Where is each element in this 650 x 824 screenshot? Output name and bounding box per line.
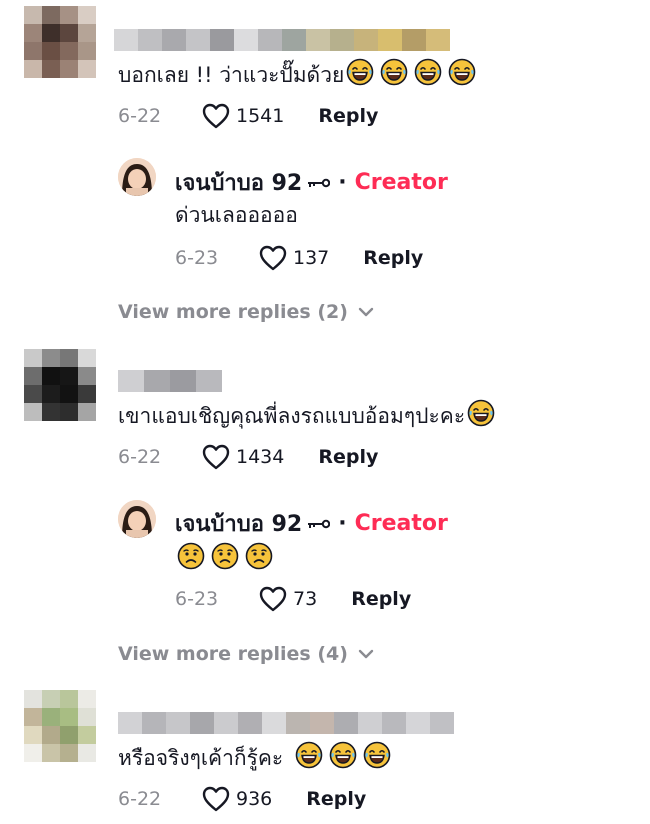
separator-dot: ·	[338, 170, 347, 195]
avatar[interactable]	[24, 6, 96, 78]
comment-date: 6-22	[118, 105, 162, 127]
reply-date: 6-23	[175, 247, 219, 269]
laugh-tears-emoji-icon	[467, 399, 495, 427]
avatar[interactable]	[24, 349, 96, 421]
reply-button[interactable]: Reply	[351, 588, 411, 610]
like-count: 1434	[236, 446, 285, 468]
like-button[interactable]: 73	[259, 586, 351, 612]
chevron-down-icon	[358, 649, 374, 659]
username-blurred[interactable]	[114, 29, 450, 51]
like-button[interactable]: 936	[202, 786, 306, 812]
like-count: 73	[293, 588, 318, 610]
like-button[interactable]: 1541	[202, 103, 318, 129]
creator-name[interactable]: เจนบ้าบอ 92	[175, 165, 302, 200]
key-icon	[306, 512, 331, 536]
reply-button[interactable]: Reply	[306, 788, 366, 810]
username-blurred[interactable]	[118, 370, 222, 392]
laugh-tears-emoji-icon	[414, 58, 442, 86]
creator-name[interactable]: เจนบ้าบอ 92	[175, 506, 302, 541]
heart-icon[interactable]	[259, 586, 287, 612]
like-count: 1541	[236, 105, 285, 127]
laugh-tears-emoji-icon	[295, 741, 323, 769]
view-more-label[interactable]: View more replies (4)	[118, 643, 348, 665]
laugh-tears-emoji-icon	[363, 741, 391, 769]
creator-badge: Creator	[354, 511, 448, 536]
comment-meta: 6-22 1434 Reply	[118, 444, 378, 470]
heart-icon[interactable]	[259, 245, 287, 271]
creator-badge: Creator	[354, 170, 448, 195]
laugh-tears-emoji-row	[293, 741, 391, 770]
laugh-tears-emoji-icon	[329, 741, 357, 769]
view-more-replies[interactable]: View more replies (4)	[118, 643, 374, 665]
comment-text: บอกเลย !! ว่าแวะปั๊มด้วย	[118, 58, 476, 89]
view-more-label[interactable]: View more replies (2)	[118, 301, 348, 323]
key-icon	[306, 171, 331, 195]
creator-avatar[interactable]	[118, 158, 156, 196]
sad-face-emoji-row	[175, 542, 273, 571]
username-blurred[interactable]	[118, 712, 454, 734]
sad-face-emoji-icon	[177, 542, 205, 570]
comment-date: 6-22	[118, 788, 162, 810]
sad-face-emoji-icon	[245, 542, 273, 570]
reply-button[interactable]: Reply	[318, 105, 378, 127]
heart-icon[interactable]	[202, 786, 230, 812]
like-count: 137	[293, 247, 330, 269]
heart-icon[interactable]	[202, 103, 230, 129]
like-button[interactable]: 1434	[202, 444, 318, 470]
comment-text: เขาแอบเชิญคุณพี่ลงรถแบบอ้อมๆปะคะ	[118, 399, 495, 430]
heart-icon[interactable]	[202, 444, 230, 470]
reply-button[interactable]: Reply	[363, 247, 423, 269]
reply-text	[175, 542, 273, 573]
comment-meta: 6-22 936 Reply	[118, 786, 366, 812]
comment-meta: 6-22 1541 Reply	[118, 103, 378, 129]
sad-face-emoji-icon	[211, 542, 239, 570]
reply-meta: 6-23 73 Reply	[175, 586, 411, 612]
comment-text: หรือจริงๆเค้าก็รู้คะ	[118, 741, 391, 772]
laugh-tears-emoji-icon	[448, 58, 476, 86]
laugh-tears-emoji-icon	[346, 58, 374, 86]
reply-meta: 6-23 137 Reply	[175, 245, 423, 271]
view-more-replies[interactable]: View more replies (2)	[118, 301, 374, 323]
avatar[interactable]	[24, 690, 96, 762]
laugh-tears-emoji-icon	[380, 58, 408, 86]
reply-button[interactable]: Reply	[318, 446, 378, 468]
creator-name-line: เจนบ้าบอ 92 · Creator	[175, 165, 448, 200]
reply-text: ด่วนเลอออออ	[175, 203, 298, 227]
comment-date: 6-22	[118, 446, 162, 468]
chevron-down-icon	[358, 307, 374, 317]
separator-dot: ·	[338, 511, 347, 536]
creator-avatar[interactable]	[118, 500, 156, 538]
reply-date: 6-23	[175, 588, 219, 610]
creator-name-line: เจนบ้าบอ 92 · Creator	[175, 506, 448, 541]
like-button[interactable]: 137	[259, 245, 363, 271]
like-count: 936	[236, 788, 273, 810]
laugh-tears-emoji-row	[344, 58, 476, 87]
laugh-tears-emoji-row	[465, 399, 495, 428]
